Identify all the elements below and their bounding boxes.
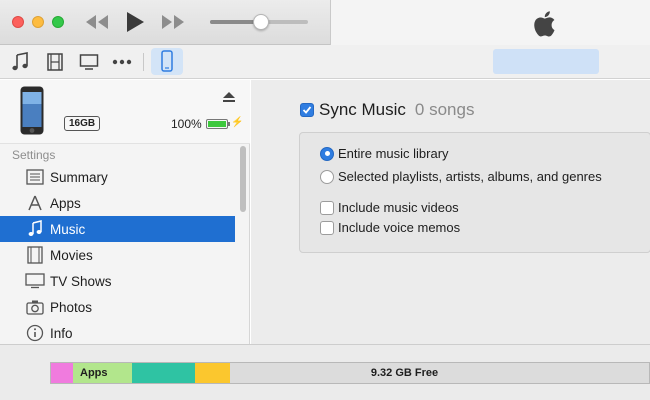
sidebar-item-info[interactable]: Info [0, 320, 235, 346]
include-memos-option[interactable]: Include voice memos [320, 220, 460, 235]
tv-icon [79, 54, 99, 70]
zoom-button[interactable] [52, 16, 64, 28]
music-note-icon [28, 220, 42, 236]
rewind-icon [86, 15, 108, 29]
battery-icon [206, 119, 228, 129]
storage-segment-documents [132, 363, 195, 383]
volume-knob[interactable] [253, 14, 269, 30]
sidebar-item-label: Info [50, 325, 73, 341]
film-icon [47, 53, 63, 71]
entire-library-label: Entire music library [338, 146, 449, 161]
sidebar-item-label: Music [50, 221, 86, 237]
selected-items-radio[interactable] [320, 169, 334, 184]
device-button[interactable] [151, 48, 183, 75]
sidebar-item-photos[interactable]: Photos [0, 294, 235, 320]
sidebar-item-label: Summary [50, 169, 108, 185]
sidebar-item-apps[interactable]: Apps [0, 190, 235, 216]
battery-fill [208, 121, 226, 127]
include-videos-option[interactable]: Include music videos [320, 200, 459, 215]
sidebar-item-movies[interactable]: Movies [0, 242, 235, 268]
movies-tab[interactable] [43, 50, 67, 74]
sidebar-item-label: Photos [50, 299, 93, 315]
rewind-button[interactable] [82, 10, 112, 34]
storage-segment-other [51, 363, 73, 383]
battery-percentage: 100% [171, 117, 202, 131]
include-memos-checkbox[interactable] [320, 220, 334, 235]
charging-icon: ⚡ [231, 117, 244, 128]
tv-tab[interactable] [77, 50, 101, 74]
sidebar-item-label: Movies [50, 247, 93, 263]
sync-options-box: Entire music library Selected playlists,… [299, 132, 650, 253]
entire-library-option[interactable]: Entire music library [320, 146, 449, 161]
include-videos-label: Include music videos [338, 200, 459, 215]
toolbar-divider [143, 53, 144, 71]
main-panel: Sync Music 0 songs Entire music library … [251, 80, 650, 344]
eject-icon[interactable] [222, 90, 236, 104]
storage-bar[interactable]: Apps 9.32 GB Free [50, 362, 650, 384]
minimize-button[interactable] [32, 16, 44, 28]
storage-segment-apps: Apps [73, 363, 132, 383]
checkmark-icon [302, 106, 312, 114]
sidebar: 16GB 100% ⚡ Settings Summary Apps Music [0, 80, 250, 344]
title-bar [0, 0, 650, 45]
music-note-icon [12, 52, 28, 71]
include-memos-label: Include voice memos [338, 220, 461, 235]
settings-section-label: Settings [12, 148, 56, 162]
sync-music-checkbox[interactable] [300, 103, 314, 117]
storage-free-label: 9.32 GB Free [230, 363, 649, 383]
storage-segment-misc [195, 363, 230, 383]
iphone-icon [161, 50, 173, 72]
sidebar-item-music[interactable]: Music [0, 216, 235, 242]
capacity-badge: 16GB [64, 116, 101, 131]
status-display [330, 0, 650, 45]
entire-library-radio[interactable] [320, 146, 334, 161]
more-tab[interactable] [110, 50, 134, 74]
film-icon [27, 246, 43, 264]
sidebar-item-tv-shows[interactable]: TV Shows [0, 268, 235, 294]
close-button[interactable] [12, 16, 24, 28]
info-icon [26, 324, 44, 342]
summary-icon [26, 169, 44, 185]
music-tab[interactable] [8, 50, 32, 74]
iphone-image-icon [20, 86, 44, 135]
storage-footer: Apps 9.32 GB Free [0, 344, 650, 400]
search-field[interactable] [493, 49, 599, 74]
sync-music-label: Sync Music [319, 100, 406, 119]
battery-nub [228, 122, 230, 126]
sidebar-item-summary[interactable]: Summary [0, 164, 235, 190]
sidebar-scrollbar[interactable] [240, 146, 246, 212]
selected-items-option[interactable]: Selected playlists, artists, albums, and… [320, 169, 602, 184]
fast-forward-icon [162, 15, 184, 29]
sidebar-item-label: Apps [50, 195, 81, 211]
sync-music-row: Sync Music 0 songs [300, 100, 474, 120]
fast-forward-button[interactable] [158, 10, 188, 34]
apps-icon [28, 195, 42, 211]
play-button[interactable] [120, 10, 150, 34]
play-icon [127, 12, 144, 32]
include-videos-checkbox[interactable] [320, 200, 334, 215]
camera-icon [26, 300, 44, 315]
device-summary: 16GB 100% ⚡ [0, 80, 250, 144]
more-icon [112, 59, 132, 65]
sidebar-item-label: TV Shows [50, 273, 112, 289]
tv-icon [25, 273, 45, 289]
song-count: 0 songs [414, 100, 475, 119]
selected-items-label: Selected playlists, artists, albums, and… [338, 169, 602, 184]
apple-logo-icon [534, 11, 555, 37]
